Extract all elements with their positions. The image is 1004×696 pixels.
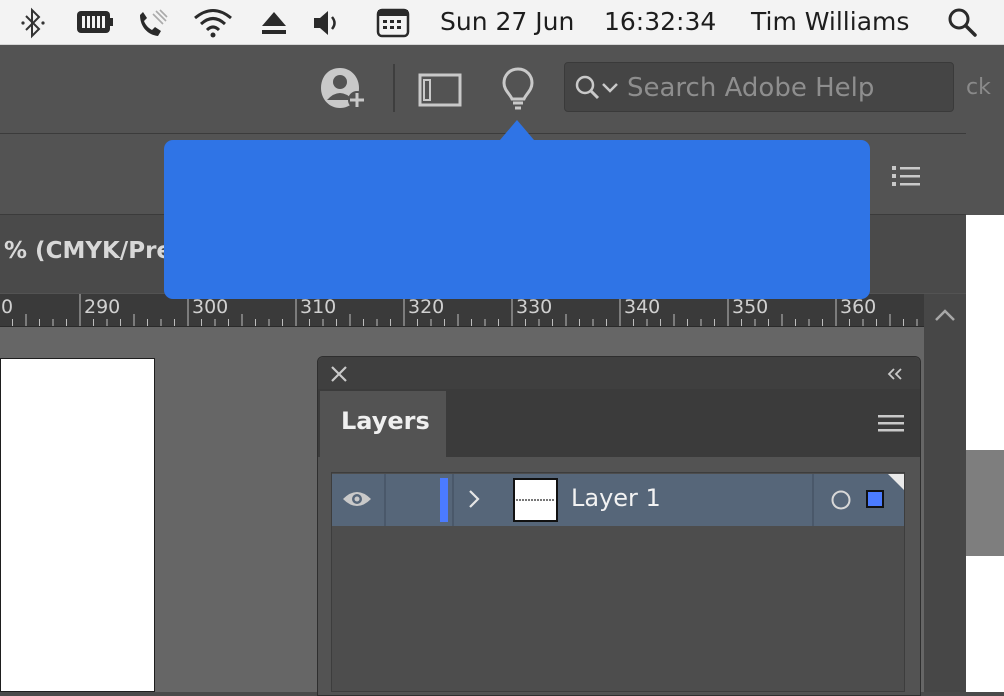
arrange-documents-icon[interactable] bbox=[418, 72, 462, 108]
row-divider bbox=[812, 474, 814, 526]
ruler-label: 0 bbox=[1, 296, 14, 318]
keyboard-viewer-icon[interactable] bbox=[376, 6, 410, 38]
bluetooth-icon[interactable] bbox=[20, 7, 46, 39]
ruler-label: 320 bbox=[408, 296, 445, 318]
document-tab-label[interactable]: % (CMYK/Pre bbox=[4, 238, 172, 264]
spotlight-search-icon[interactable] bbox=[946, 6, 978, 38]
help-search-input[interactable] bbox=[625, 63, 949, 113]
menubar-date[interactable]: Sun 27 Jun bbox=[440, 6, 574, 38]
search-icon bbox=[575, 75, 618, 100]
layers-panel-titlebar[interactable] bbox=[318, 357, 920, 389]
tab-layers[interactable]: Layers bbox=[320, 391, 446, 457]
close-icon[interactable] bbox=[330, 365, 348, 383]
panel-menu-icon[interactable] bbox=[878, 413, 906, 435]
background-window-scroll bbox=[966, 450, 1004, 556]
layer-thumbnail[interactable] bbox=[513, 478, 558, 522]
phone-icon[interactable] bbox=[136, 7, 170, 39]
background-window: ck bbox=[966, 45, 1004, 215]
header-divider bbox=[393, 64, 395, 112]
artboard[interactable] bbox=[0, 358, 155, 692]
selected-corner-marker bbox=[888, 474, 904, 490]
row-divider bbox=[384, 474, 386, 526]
ruler-label: 360 bbox=[840, 296, 877, 318]
blue-tooltip-callout bbox=[164, 140, 870, 299]
list-menu-icon[interactable] bbox=[892, 164, 922, 188]
vertical-scrollbar[interactable] bbox=[924, 294, 966, 692]
menubar-user[interactable]: Tim Williams bbox=[751, 6, 909, 38]
row-divider bbox=[452, 474, 454, 526]
eye-visibility-icon[interactable] bbox=[341, 487, 373, 511]
chevron-right-icon[interactable] bbox=[466, 488, 482, 510]
volume-icon[interactable] bbox=[312, 9, 342, 37]
tooltip-arrow bbox=[500, 120, 534, 140]
share-user-icon[interactable] bbox=[320, 66, 370, 112]
lightbulb-icon[interactable] bbox=[502, 67, 534, 111]
ruler-label: 300 bbox=[192, 296, 229, 318]
battery-icon[interactable] bbox=[76, 8, 114, 36]
ruler-label: 290 bbox=[84, 296, 121, 318]
background-window-label: ck bbox=[966, 75, 991, 100]
layer-name[interactable]: Layer 1 bbox=[571, 484, 661, 512]
menu-bar: Sun 27 Jun 16:32:34 Tim Williams bbox=[0, 0, 1004, 45]
help-search-box[interactable] bbox=[564, 62, 954, 113]
layer-color-indicator bbox=[440, 478, 448, 522]
ruler-label: 340 bbox=[624, 296, 661, 318]
wifi-icon[interactable] bbox=[192, 6, 234, 38]
collapse-panel-icon[interactable] bbox=[886, 367, 904, 381]
target-circle-icon[interactable] bbox=[830, 489, 852, 511]
eject-icon[interactable] bbox=[260, 10, 288, 36]
ruler-label: 350 bbox=[732, 296, 769, 318]
selection-indicator[interactable] bbox=[866, 490, 884, 508]
thumbnail-content bbox=[516, 499, 555, 501]
tab-layers-label: Layers bbox=[341, 407, 430, 435]
ruler-label: 310 bbox=[300, 296, 337, 318]
menubar-time[interactable]: 16:32:34 bbox=[604, 6, 716, 38]
chevron-up-icon[interactable] bbox=[934, 308, 956, 322]
ruler-label: 330 bbox=[516, 296, 553, 318]
